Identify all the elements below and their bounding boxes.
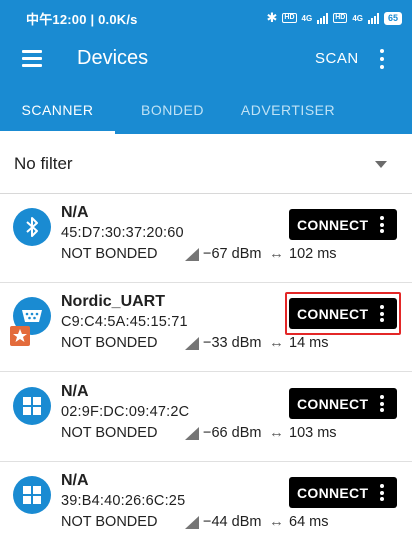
rssi-value: −67 dBm — [203, 246, 262, 262]
device-list-item[interactable]: Nordic_UART C9:C4:5A:45:15:71 NOT BONDED… — [0, 283, 412, 371]
status-icons: ✱ HD 4G HD 4G 65 — [266, 10, 402, 26]
tab-bar: SCANNER BONDED ADVERTISER — [0, 84, 412, 134]
menu-icon[interactable] — [22, 50, 42, 67]
interval-value: 14 ms — [289, 335, 329, 351]
connect-label: CONNECT — [297, 485, 369, 501]
device-address: 02:9F:DC:09:47:2C — [61, 404, 190, 420]
windows-icon — [13, 476, 51, 514]
page-title: Devices — [77, 47, 149, 69]
interval-arrows-icon: ↔ — [269, 424, 284, 441]
connect-label: CONNECT — [297, 217, 369, 233]
interval-arrows-icon: ↔ — [269, 513, 284, 530]
scan-button[interactable]: SCAN — [315, 50, 359, 67]
hd-tag: HD — [282, 13, 297, 23]
signal-strength-icon — [185, 427, 199, 440]
device-list-item[interactable]: N/A 45:D7:30:37:20:60 NOT BONDED −67 dBm… — [0, 194, 412, 282]
overflow-menu-icon[interactable] — [378, 49, 386, 69]
app-bar: Devices SCAN — [0, 36, 412, 84]
device-address: 39:B4:40:26:6C:25 — [61, 493, 186, 509]
device-name: N/A — [61, 472, 89, 489]
connect-button[interactable]: CONNECT — [289, 477, 397, 508]
divider — [0, 371, 412, 372]
status-time-speed: 中午12:00 | 0.0K/s — [26, 11, 138, 27]
more-options-icon[interactable] — [379, 484, 385, 501]
net-label-1: 4G — [301, 13, 313, 23]
net-label-2: 4G — [352, 13, 363, 23]
battery-icon: 65 — [383, 11, 402, 25]
more-options-icon[interactable] — [379, 216, 385, 233]
bluetooth-status-icon: ✱ — [266, 10, 278, 25]
hd-tag-2: HD — [333, 13, 348, 23]
bond-state: NOT BONDED — [61, 425, 158, 441]
windows-icon — [13, 387, 51, 425]
signal-icon-2 — [367, 12, 379, 24]
connect-label: CONNECT — [297, 306, 369, 322]
device-list-item[interactable]: N/A 39:B4:40:26:6C:25 NOT BONDED −44 dBm… — [0, 462, 412, 542]
bond-state: NOT BONDED — [61, 246, 158, 262]
device-name: N/A — [61, 204, 89, 221]
connect-button[interactable]: CONNECT — [289, 298, 397, 329]
star-badge-icon — [10, 326, 30, 346]
rssi-value: −66 dBm — [203, 425, 262, 441]
more-options-icon[interactable] — [379, 305, 385, 322]
status-bar: 中午12:00 | 0.0K/s ✱ HD 4G HD 4G 65 — [0, 0, 412, 36]
tab-advertiser[interactable]: ADVERTISER — [230, 84, 346, 134]
filter-dropdown[interactable]: No filter — [0, 134, 412, 194]
bond-state: NOT BONDED — [61, 335, 158, 351]
bond-state: NOT BONDED — [61, 514, 158, 530]
caret-down-icon — [375, 161, 387, 168]
device-name: Nordic_UART — [61, 293, 166, 310]
interval-value: 103 ms — [289, 425, 337, 441]
device-address: C9:C4:5A:45:15:71 — [61, 314, 188, 330]
signal-strength-icon — [185, 337, 199, 350]
interval-arrows-icon: ↔ — [269, 334, 284, 351]
bluetooth-icon — [13, 208, 51, 246]
interval-value: 102 ms — [289, 246, 337, 262]
rssi-value: −44 dBm — [203, 514, 262, 530]
device-list-item[interactable]: N/A 02:9F:DC:09:47:2C NOT BONDED −66 dBm… — [0, 373, 412, 461]
signal-icon — [317, 12, 329, 24]
signal-strength-icon — [185, 516, 199, 529]
more-options-icon[interactable] — [379, 395, 385, 412]
tab-scanner[interactable]: SCANNER — [0, 84, 115, 134]
filter-selected-value: No filter — [14, 154, 73, 173]
connect-button[interactable]: CONNECT — [289, 388, 397, 419]
connect-label: CONNECT — [297, 396, 369, 412]
connect-button[interactable]: CONNECT — [289, 209, 397, 240]
signal-strength-icon — [185, 248, 199, 261]
device-name: N/A — [61, 383, 89, 400]
device-address: 45:D7:30:37:20:60 — [61, 225, 184, 241]
tab-bonded[interactable]: BONDED — [115, 84, 230, 134]
rssi-value: −33 dBm — [203, 335, 262, 351]
interval-arrows-icon: ↔ — [269, 245, 284, 262]
interval-value: 64 ms — [289, 514, 329, 530]
